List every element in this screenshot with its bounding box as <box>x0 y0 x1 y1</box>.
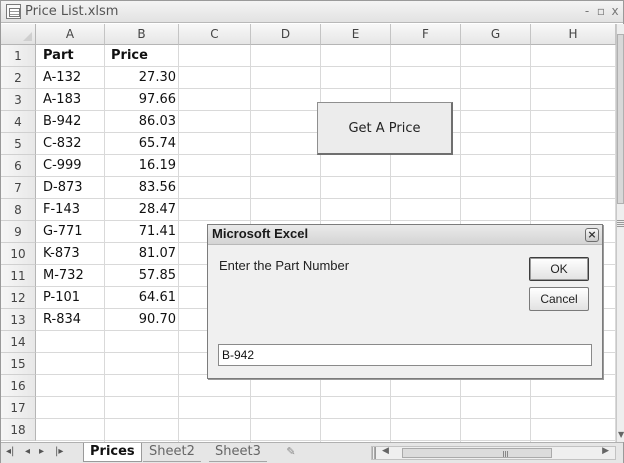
row-header-11[interactable]: 11 <box>1 265 36 287</box>
price-cell[interactable]: 16.19 <box>105 155 176 177</box>
workbook-icon[interactable] <box>6 4 21 19</box>
get-a-price-button[interactable]: Get A Price <box>317 102 453 155</box>
column-header-h[interactable]: H <box>531 24 616 45</box>
cancel-button[interactable]: Cancel <box>529 287 589 311</box>
row-header-10[interactable]: 10 <box>1 243 36 265</box>
row-gridline <box>36 440 616 441</box>
input-box-dialog: Microsoft Excel × Enter the Part Number … <box>207 224 603 379</box>
prev-sheet-nav-icon[interactable]: ◂ <box>25 446 30 457</box>
price-cell[interactable]: 27.30 <box>105 67 176 89</box>
dialog-title-bar: Microsoft Excel × <box>208 225 602 245</box>
price-cell[interactable]: 65.74 <box>105 133 176 155</box>
row-gridline <box>36 418 616 419</box>
row-header-17[interactable]: 17 <box>1 397 36 419</box>
ok-button[interactable]: OK <box>529 257 589 281</box>
row-header-4[interactable]: 4 <box>1 111 36 133</box>
horizontal-scroll-thumb[interactable] <box>402 448 552 458</box>
horizontal-scrollbar[interactable]: ◀ ▶ <box>371 446 616 460</box>
last-sheet-nav-icon[interactable]: |▸ <box>55 446 63 457</box>
title-bar: Price List.xlsm - ▫ x <box>1 1 623 23</box>
part-cell[interactable]: B-942 <box>43 111 103 133</box>
column-gridline <box>178 45 179 463</box>
column-header-f[interactable]: F <box>391 24 461 45</box>
restore-button[interactable]: ▫ <box>595 4 607 18</box>
scroll-down-icon[interactable]: ▼ <box>618 430 624 439</box>
next-sheet-nav-icon[interactable]: ▸ <box>39 446 44 457</box>
price-cell[interactable]: 86.03 <box>105 111 176 133</box>
part-cell[interactable]: A-132 <box>43 67 103 89</box>
header-cell-part[interactable]: Part <box>43 45 103 67</box>
dialog-title: Microsoft Excel <box>212 226 309 241</box>
close-icon[interactable]: × <box>585 228 599 242</box>
price-cell[interactable]: 71.41 <box>105 221 176 243</box>
price-cell[interactable]: 81.07 <box>105 243 176 265</box>
row-header-18[interactable]: 18 <box>1 419 36 441</box>
part-cell[interactable]: K-873 <box>43 243 103 265</box>
row-header-16[interactable]: 16 <box>1 375 36 397</box>
row-header-7[interactable]: 7 <box>1 177 36 199</box>
part-cell[interactable]: C-999 <box>43 155 103 177</box>
price-cell[interactable]: 90.70 <box>105 309 176 331</box>
window-title: Price List.xlsm <box>25 4 119 19</box>
part-cell[interactable]: A-183 <box>43 89 103 111</box>
tab-sheet3[interactable]: Sheet3 <box>209 443 267 462</box>
scroll-grip-icon <box>503 451 509 457</box>
row-header-13[interactable]: 13 <box>1 309 36 331</box>
header-cell-price[interactable]: Price <box>111 45 177 67</box>
part-cell[interactable]: M-732 <box>43 265 103 287</box>
row-header-9[interactable]: 9 <box>1 221 36 243</box>
price-cell[interactable]: 57.85 <box>105 265 176 287</box>
close-window-button[interactable]: x <box>609 4 621 18</box>
row-header-15[interactable]: 15 <box>1 353 36 375</box>
part-cell[interactable]: P-101 <box>43 287 103 309</box>
part-cell[interactable]: R-834 <box>43 309 103 331</box>
dialog-prompt: Enter the Part Number <box>219 258 350 273</box>
minimize-button[interactable]: - <box>581 4 593 18</box>
row-header-2[interactable]: 2 <box>1 67 36 89</box>
part-cell[interactable]: F-143 <box>43 199 103 221</box>
vertical-scroll-thumb[interactable] <box>617 34 624 204</box>
price-cell[interactable]: 83.56 <box>105 177 176 199</box>
row-header-14[interactable]: 14 <box>1 331 36 353</box>
column-header-b[interactable]: B <box>105 24 179 45</box>
part-cell[interactable]: G-771 <box>43 221 103 243</box>
part-number-input[interactable] <box>218 344 592 366</box>
column-header-c[interactable]: C <box>179 24 251 45</box>
select-all-corner[interactable] <box>1 24 36 45</box>
price-cell[interactable]: 64.61 <box>105 287 176 309</box>
insert-sheet-icon[interactable]: ✎ <box>274 445 308 460</box>
row-header-1[interactable]: 1 <box>1 45 36 67</box>
row-header-12[interactable]: 12 <box>1 287 36 309</box>
column-header-g[interactable]: G <box>461 24 531 45</box>
price-cell[interactable]: 97.66 <box>105 89 176 111</box>
scroll-left-icon[interactable]: ◀ <box>382 446 389 456</box>
part-cell[interactable]: C-832 <box>43 133 103 155</box>
row-header-8[interactable]: 8 <box>1 199 36 221</box>
column-header-e[interactable]: E <box>321 24 391 45</box>
part-cell[interactable]: D-873 <box>43 177 103 199</box>
row-header-6[interactable]: 6 <box>1 155 36 177</box>
row-gridline <box>36 396 616 397</box>
scroll-right-icon[interactable]: ▶ <box>602 446 609 456</box>
tab-prices[interactable]: Prices <box>83 443 142 462</box>
excel-workbook-window: Price List.xlsm - ▫ x ABCDEFGH1234567891… <box>0 0 624 463</box>
price-cell[interactable]: 28.47 <box>105 199 176 221</box>
column-header-d[interactable]: D <box>251 24 321 45</box>
vertical-scrollbar[interactable]: ▼ <box>616 24 624 442</box>
tab-split-handle-icon[interactable] <box>372 447 376 459</box>
tab-sheet2[interactable]: Sheet2 <box>143 443 201 462</box>
split-box-icon[interactable] <box>617 220 624 228</box>
row-header-5[interactable]: 5 <box>1 133 36 155</box>
sheet-tab-bar: ◂| ◂ ▸ |▸ Prices Sheet2 Sheet3 ✎ ◀ ▶ <box>1 442 623 463</box>
column-header-a[interactable]: A <box>36 24 105 45</box>
first-sheet-nav-icon[interactable]: ◂| <box>6 446 14 457</box>
row-header-3[interactable]: 3 <box>1 89 36 111</box>
